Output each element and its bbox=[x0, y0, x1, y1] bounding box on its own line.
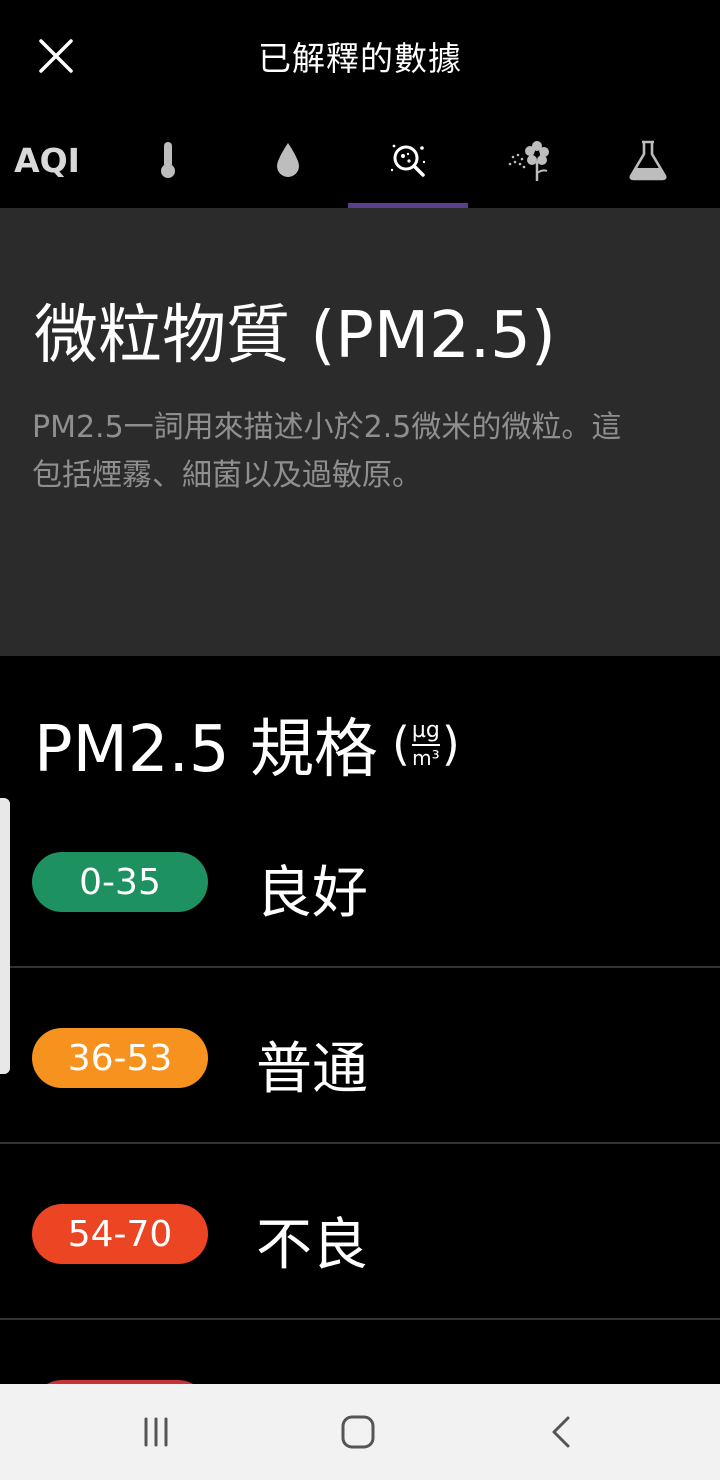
level-range-badge: 0-35 bbox=[32, 852, 208, 912]
thermometer-icon bbox=[161, 142, 175, 178]
pollen-flower-icon bbox=[508, 141, 549, 181]
level-row: 0-35 良好 bbox=[0, 792, 720, 968]
back-icon bbox=[552, 1416, 570, 1448]
water-drop-icon bbox=[277, 143, 299, 177]
level-label: 不良 bbox=[256, 1213, 368, 1278]
pollutant-title: 微粒物質 (PM2.5) bbox=[34, 299, 556, 373]
flask-icon bbox=[629, 140, 667, 181]
unit-label: ( µg m³ ) bbox=[392, 717, 460, 771]
unit-paren-close: ) bbox=[441, 717, 460, 771]
row-divider bbox=[0, 1318, 720, 1320]
level-row: 36-53 普通 bbox=[0, 968, 720, 1144]
tab-aqi-label: AQI bbox=[14, 140, 80, 180]
level-row: 54-70 不良 bbox=[0, 1144, 720, 1320]
level-range-badge: 36-53 bbox=[32, 1028, 208, 1088]
unit-paren-open: ( bbox=[391, 717, 410, 771]
page-title: 已解釋的數據 bbox=[258, 39, 462, 78]
particle-magnifier-icon bbox=[390, 144, 426, 177]
home-icon bbox=[341, 1415, 375, 1449]
tab-aqi[interactable]: AQI bbox=[0, 112, 94, 208]
level-label: 普通 bbox=[256, 1037, 368, 1102]
pollutant-info-card: 微粒物質 (PM2.5) PM2.5一詞用來描述小於2.5微米的微粒。這包括煙霧… bbox=[0, 208, 720, 656]
tab-pollen[interactable] bbox=[468, 112, 588, 208]
tab-humidity[interactable] bbox=[228, 112, 348, 208]
recent-apps-button[interactable] bbox=[96, 1402, 216, 1462]
unit-numerator: µg bbox=[411, 720, 440, 746]
unit-denominator: m³ bbox=[412, 746, 440, 770]
pollutant-description: PM2.5一詞用來描述小於2.5微米的微粒。這包括煙霧、細菌以及過敏原。 bbox=[32, 410, 622, 493]
home-button[interactable] bbox=[298, 1402, 418, 1462]
edge-panel-handle[interactable] bbox=[0, 798, 10, 1074]
metric-tabs: AQI bbox=[0, 112, 720, 208]
recent-apps-icon bbox=[144, 1417, 168, 1447]
spec-heading: PM2.5 規格 ( µg m³ ) bbox=[34, 698, 460, 790]
unit-fraction: µg m³ bbox=[411, 720, 440, 770]
spec-title: PM2.5 規格 bbox=[34, 713, 378, 787]
system-navigation-bar bbox=[0, 1384, 720, 1480]
level-label: 良好 bbox=[256, 861, 368, 926]
tab-particulate[interactable] bbox=[348, 112, 468, 208]
back-button[interactable] bbox=[500, 1402, 620, 1462]
tab-chemical[interactable] bbox=[588, 112, 708, 208]
tab-temperature[interactable] bbox=[108, 112, 228, 208]
app-header: 已解釋的數據 bbox=[0, 0, 720, 112]
level-range-badge: 54-70 bbox=[32, 1204, 208, 1264]
